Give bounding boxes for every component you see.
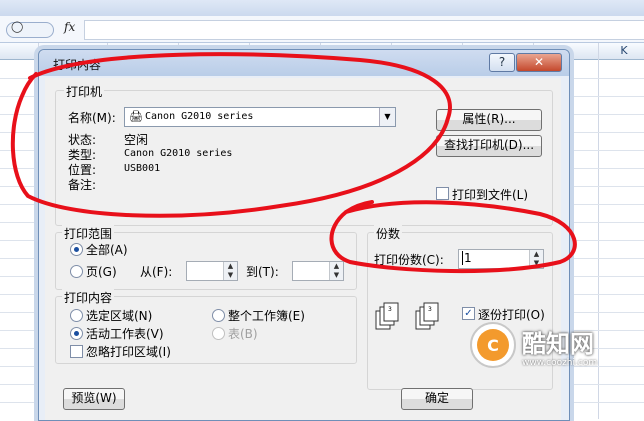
collate-pages-icon: 33 — [374, 299, 458, 339]
whole-workbook-radio[interactable] — [212, 309, 225, 322]
spin-down-icon[interactable]: ▼ — [330, 271, 343, 280]
selection-label: 选定区域(N) — [86, 309, 153, 323]
excel-ribbon-strip — [0, 0, 644, 16]
find-printer-button[interactable]: 查找打印机(D)... — [436, 135, 542, 157]
printer-status-value: 空闲 — [124, 133, 149, 147]
print-content-group: 打印内容 选定区域(N) 整个工作簿(E) 活动工作表(V) 表(B) 忽略打印… — [55, 289, 357, 364]
watermark-brand: 酷知网 — [522, 330, 594, 358]
preview-button[interactable]: 预览(W) — [63, 388, 125, 410]
selection-radio[interactable] — [70, 309, 83, 322]
print-to-file-label: 打印到文件(L) — [452, 188, 529, 202]
range-to-label: 到(T): — [246, 265, 279, 279]
printer-comment-label: 备注: — [68, 178, 97, 192]
printer-location-value: USB001 — [124, 163, 161, 174]
range-to-spinner[interactable]: ▲ ▼ — [292, 261, 344, 281]
range-pages-radio[interactable] — [70, 265, 83, 278]
active-sheets-label: 活动工作表(V) — [86, 327, 164, 341]
column-header-k[interactable]: K — [614, 43, 634, 59]
spin-up-icon[interactable]: ▲ — [530, 250, 543, 259]
range-from-spin-buttons[interactable]: ▲ ▼ — [223, 262, 237, 280]
printer-icon: 🖨 — [129, 110, 143, 123]
formula-input[interactable] — [84, 20, 644, 40]
properties-button[interactable]: 属性(R)... — [436, 109, 542, 131]
dialog-title: 打印内容 — [53, 58, 102, 72]
help-button[interactable]: ? — [489, 53, 515, 72]
spin-up-icon[interactable]: ▲ — [224, 262, 237, 271]
watermark-url: www.coozhi.com — [522, 358, 598, 368]
print-range-group: 打印范围 全部(A) 页(G) 从(F): ▲ ▼ 到(T): ▲ ▼ — [55, 225, 357, 290]
range-all-label: 全部(A) — [86, 243, 128, 257]
ignore-print-areas-checkbox[interactable] — [70, 345, 83, 358]
copies-group-label: 份数 — [374, 225, 403, 242]
dialog-titlebar[interactable]: 打印内容 ? ✕ — [39, 50, 569, 76]
copies-count-value[interactable]: 1 — [462, 251, 472, 265]
name-box-label: ◯ — [11, 20, 24, 33]
whole-workbook-label: 整个工作簿(E) — [228, 309, 305, 323]
range-from-spinner[interactable]: ▲ ▼ — [186, 261, 238, 281]
spin-down-icon[interactable]: ▼ — [224, 271, 237, 280]
name-box[interactable]: ◯ — [6, 20, 54, 38]
range-all-radio[interactable] — [70, 243, 83, 256]
active-sheets-radio[interactable] — [70, 327, 83, 340]
printer-group: 打印机 名称(M): 🖨 Canon G2010 series ▼ 状态: 空闲… — [55, 83, 553, 226]
chevron-down-icon[interactable]: ▼ — [379, 108, 395, 126]
copies-count-spinner[interactable]: 1 ▲ ▼ — [458, 249, 544, 269]
svg-text:C: C — [487, 336, 499, 355]
range-to-spin-buttons[interactable]: ▲ ▼ — [329, 262, 343, 280]
printer-select-value: Canon G2010 series — [145, 111, 254, 122]
printer-type-value: Canon G2010 series — [124, 148, 233, 159]
watermark: C 酷知网 www.coozhi.com — [462, 314, 644, 419]
print-to-file-checkbox[interactable] — [436, 187, 449, 200]
insert-function-icon[interactable]: fx — [64, 20, 75, 34]
copies-count-label: 打印份数(C): — [374, 253, 444, 267]
copies-spin-buttons[interactable]: ▲ ▼ — [529, 250, 543, 268]
print-range-group-label: 打印范围 — [62, 225, 115, 242]
print-content-group-label: 打印内容 — [62, 289, 115, 306]
table-label: 表(B) — [228, 327, 258, 341]
coozhi-logo-icon: C — [470, 322, 516, 368]
printer-select[interactable]: 🖨 Canon G2010 series ▼ — [124, 107, 396, 127]
close-button[interactable]: ✕ — [516, 53, 562, 72]
spin-down-icon[interactable]: ▼ — [530, 259, 543, 268]
table-radio[interactable] — [212, 327, 225, 340]
range-from-label: 从(F): — [140, 265, 173, 279]
ignore-print-areas-label: 忽略打印区域(I) — [86, 345, 171, 359]
printer-group-label: 打印机 — [64, 83, 105, 100]
spin-up-icon[interactable]: ▲ — [330, 262, 343, 271]
svg-text:3: 3 — [428, 306, 432, 313]
printer-name-label: 名称(M): — [68, 111, 116, 125]
range-pages-label: 页(G) — [86, 265, 117, 279]
svg-text:3: 3 — [388, 306, 392, 313]
